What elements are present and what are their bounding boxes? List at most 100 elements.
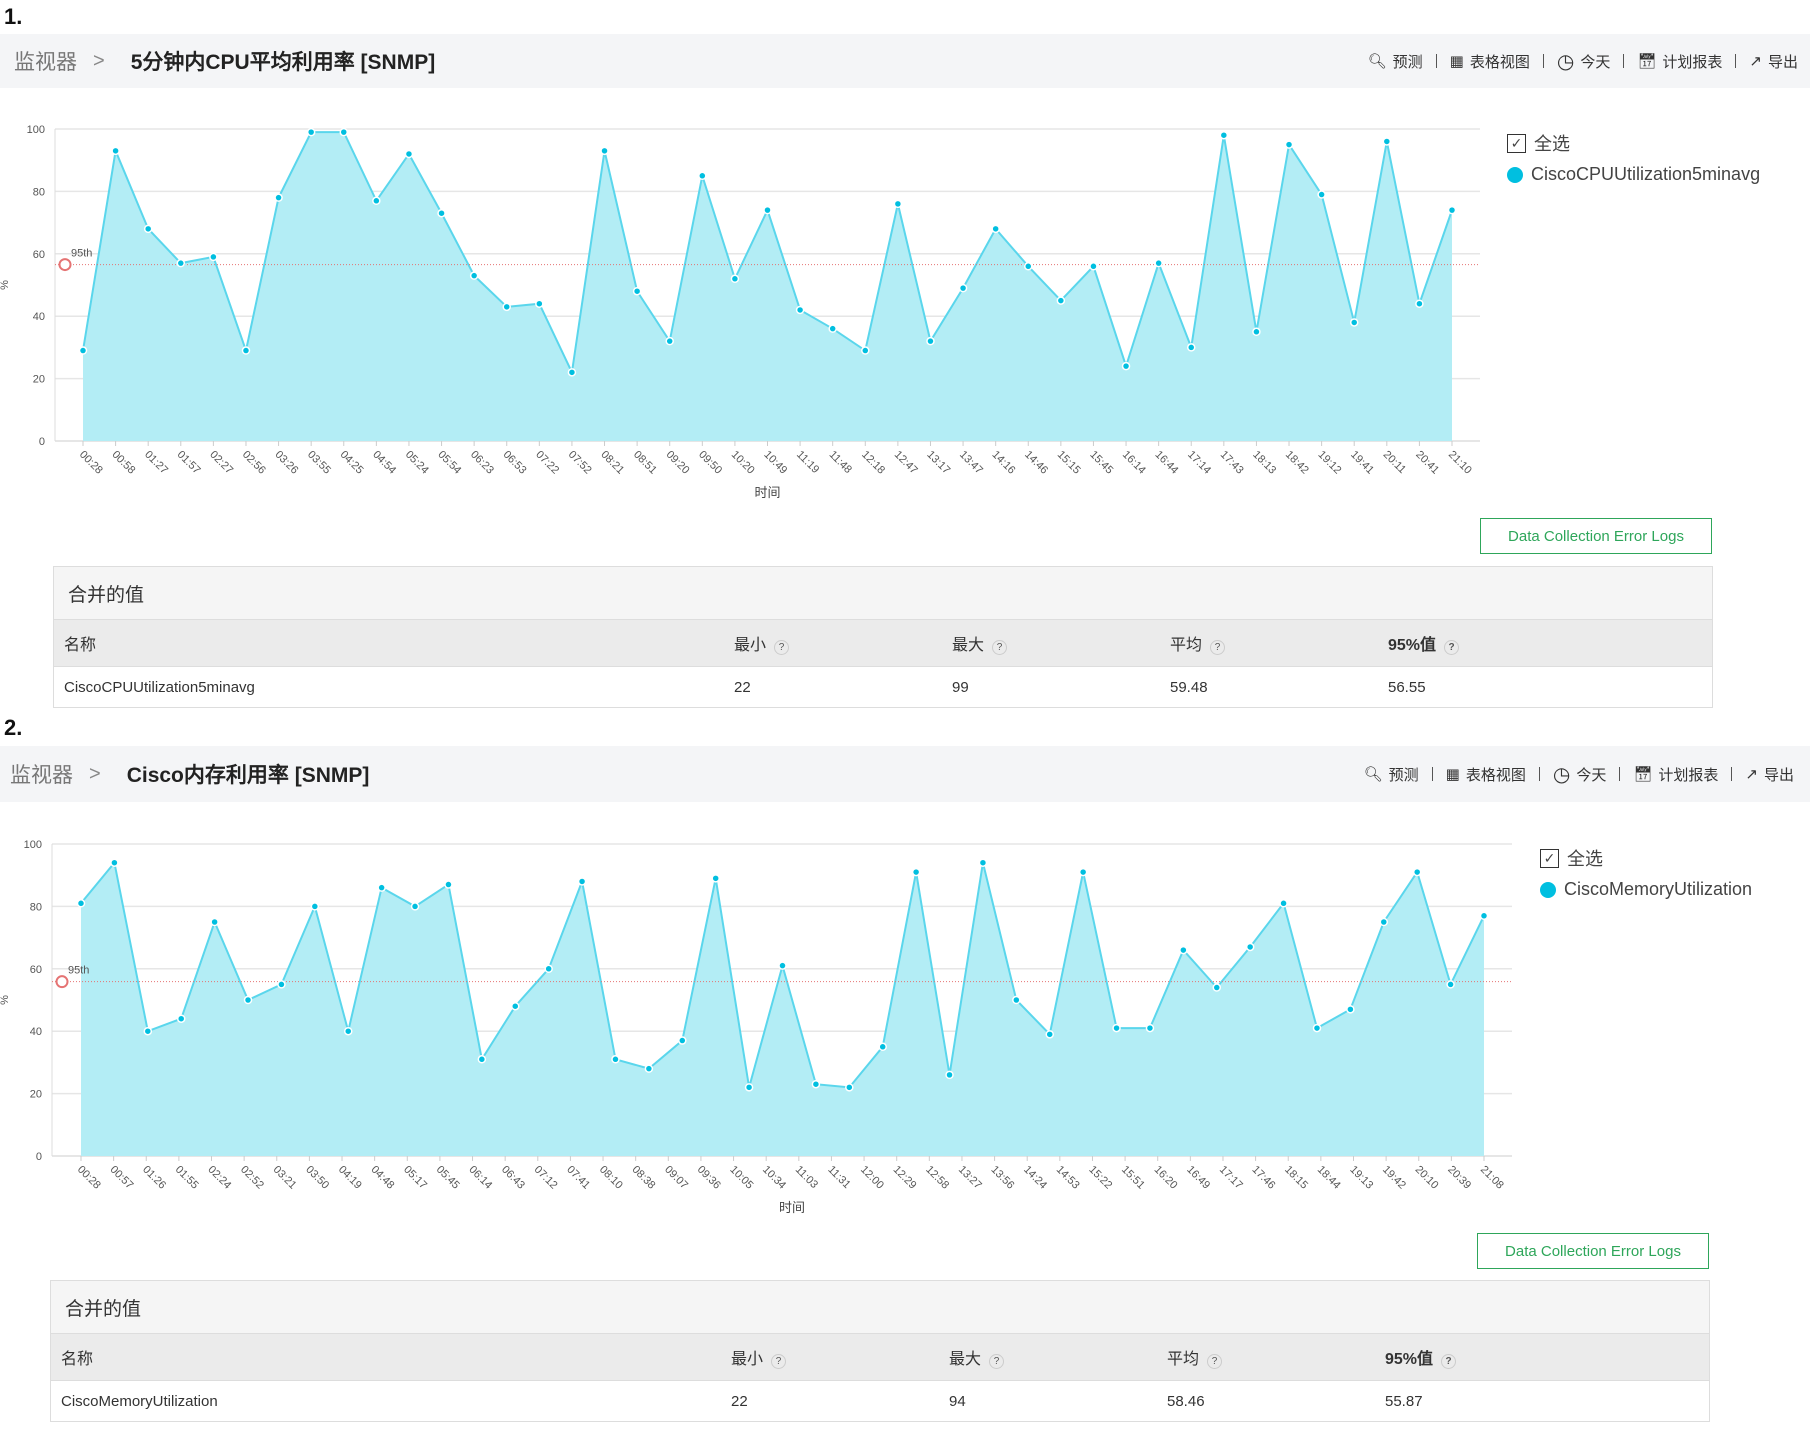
help-icon[interactable]: ? <box>774 640 790 655</box>
y-tick-label: 80 <box>33 186 45 198</box>
data-point <box>878 1042 887 1052</box>
checkbox-icon: ✓ <box>1507 133 1526 153</box>
x-tick-label: 06:14 <box>466 1164 494 1192</box>
data-point <box>477 1055 487 1064</box>
table-view-button[interactable]: ▦ 表格视图 <box>1450 51 1530 72</box>
x-tick-label: 01:55 <box>173 1164 201 1192</box>
data-point <box>1412 867 1422 877</box>
x-tick-label: 10:05 <box>727 1164 755 1192</box>
schedule-report-button[interactable]: 📅︎ 计划报表 <box>1633 764 1718 785</box>
breadcrumb-root[interactable]: 监视器 <box>10 759 73 789</box>
legend-item[interactable]: CiscoMemoryUtilization <box>1540 879 1752 900</box>
export-button[interactable]: ↗ 导出 <box>1749 51 1798 72</box>
table-view-label: 表格视图 <box>1469 53 1530 71</box>
y-tick-label: 0 <box>39 436 45 448</box>
page-header: 监视器 > Cisco内存利用率 [SNMP] 🔍︎ 预测 ▦ 表格视图 ◷ 今天 📅… <box>0 746 1810 802</box>
data-point <box>1212 983 1222 992</box>
divider <box>1431 767 1433 781</box>
clock-icon: ◷ <box>1552 763 1571 786</box>
cell-avg: 59.48 <box>1170 678 1208 696</box>
percentile-label: 95th <box>68 965 89 977</box>
checkbox-icon: ✓ <box>1540 848 1559 868</box>
schedule-report-button[interactable]: 📅︎ 计划报表 <box>1637 51 1722 72</box>
cell-max: 99 <box>952 678 969 696</box>
y-tick-label: 100 <box>24 839 42 851</box>
data-point <box>577 877 587 886</box>
memory-chart: 020406080100%95th00:28 00:57 01:26 01:55 02:… <box>0 839 1512 1215</box>
data-point <box>678 1036 687 1045</box>
data-point <box>1382 137 1392 146</box>
data-point <box>274 193 283 202</box>
x-tick-label: 12:18 <box>859 449 887 477</box>
legend: ✓ 全选 CiscoMemoryUtilization <box>1540 845 1752 908</box>
data-point <box>893 199 903 209</box>
data-point <box>209 252 218 262</box>
forecast-label: 预测 <box>1388 766 1419 784</box>
data-point <box>176 258 186 268</box>
x-tick-label: 06:53 <box>501 449 529 477</box>
section-number: 2. <box>4 715 23 740</box>
data-point <box>444 880 453 889</box>
help-icon[interactable]: ? <box>771 1354 787 1369</box>
x-tick-label: 17:14 <box>1185 449 1213 477</box>
col-name: 名称 <box>64 637 97 654</box>
divider <box>1542 54 1544 68</box>
x-tick-label: 02:24 <box>205 1164 233 1192</box>
x-axis-label: 时间 <box>754 485 780 500</box>
data-point <box>1045 1030 1054 1039</box>
calendar-icon: 📅︎ <box>1633 766 1653 783</box>
x-tick-label: 14:16 <box>990 449 1018 477</box>
x-tick-label: 18:44 <box>1315 1164 1343 1192</box>
cell-min: 22 <box>734 678 751 696</box>
data-point <box>310 902 320 911</box>
export-button[interactable]: ↗ 导出 <box>1745 764 1794 785</box>
forecast-button[interactable]: 🔍︎ 预测 <box>1364 764 1419 785</box>
percentile-marker <box>55 975 69 989</box>
today-button[interactable]: ◷ 今天 <box>1557 49 1610 74</box>
help-icon[interactable]: ? <box>1207 1354 1223 1369</box>
today-button[interactable]: ◷ 今天 <box>1553 762 1606 787</box>
x-tick-label: 00:28 <box>75 1164 103 1192</box>
data-point <box>698 171 707 181</box>
col-min: 最小? <box>731 1345 949 1369</box>
help-icon[interactable]: ? <box>1444 640 1460 655</box>
data-point <box>143 224 153 234</box>
data-point <box>665 336 674 346</box>
select-all-checkbox[interactable]: ✓ 全选 <box>1540 845 1752 871</box>
data-point <box>1145 1023 1155 1033</box>
breadcrumb-root[interactable]: 监视器 <box>14 46 77 76</box>
today-label: 今天 <box>1580 53 1611 71</box>
data-collection-error-logs-button[interactable]: Data Collection Error Logs <box>1480 518 1712 554</box>
x-tick-label: 00:58 <box>109 449 137 477</box>
x-tick-label: 04:54 <box>370 449 398 477</box>
data-point <box>730 274 740 284</box>
col-avg: 平均? <box>1167 1345 1385 1369</box>
help-icon[interactable]: ? <box>1441 1354 1457 1369</box>
x-tick-label: 14:46 <box>1022 449 1050 477</box>
data-point <box>502 302 511 312</box>
help-icon[interactable]: ? <box>992 640 1008 655</box>
select-all-checkbox[interactable]: ✓ 全选 <box>1507 130 1760 156</box>
x-tick-label: 08:51 <box>631 449 659 477</box>
forecast-icon: 🔍︎ <box>1363 766 1383 783</box>
x-tick-label: 00:57 <box>108 1164 136 1192</box>
data-collection-error-logs-button[interactable]: Data Collection Error Logs <box>1477 1233 1709 1269</box>
x-tick-label: 01:57 <box>175 449 203 477</box>
data-point <box>1346 1005 1355 1014</box>
x-tick-label: 08:10 <box>597 1164 625 1192</box>
x-tick-label: 18:15 <box>1282 1164 1310 1192</box>
x-tick-label: 02:56 <box>240 449 268 477</box>
help-icon[interactable]: ? <box>989 1354 1005 1369</box>
help-icon[interactable]: ? <box>1210 640 1226 655</box>
legend-item[interactable]: CiscoCPUUtilization5minavg <box>1507 164 1760 185</box>
series-dot-icon <box>1507 166 1523 183</box>
summary-table: 合并的值 名称 最小? 最大? 平均? 95%值? CiscoMemoryUti… <box>50 1280 1710 1422</box>
data-point <box>176 1014 186 1023</box>
forecast-button[interactable]: 🔍︎ 预测 <box>1368 51 1423 72</box>
data-point <box>1121 361 1131 371</box>
x-tick-label: 10:20 <box>729 449 757 477</box>
x-tick-label: 04:19 <box>336 1164 364 1192</box>
table-view-button[interactable]: ▦ 表格视图 <box>1446 764 1526 785</box>
table-row: CiscoMemoryUtilization 22 94 58.46 55.87 <box>51 1381 1709 1421</box>
table-title: 合并的值 <box>54 567 1712 620</box>
